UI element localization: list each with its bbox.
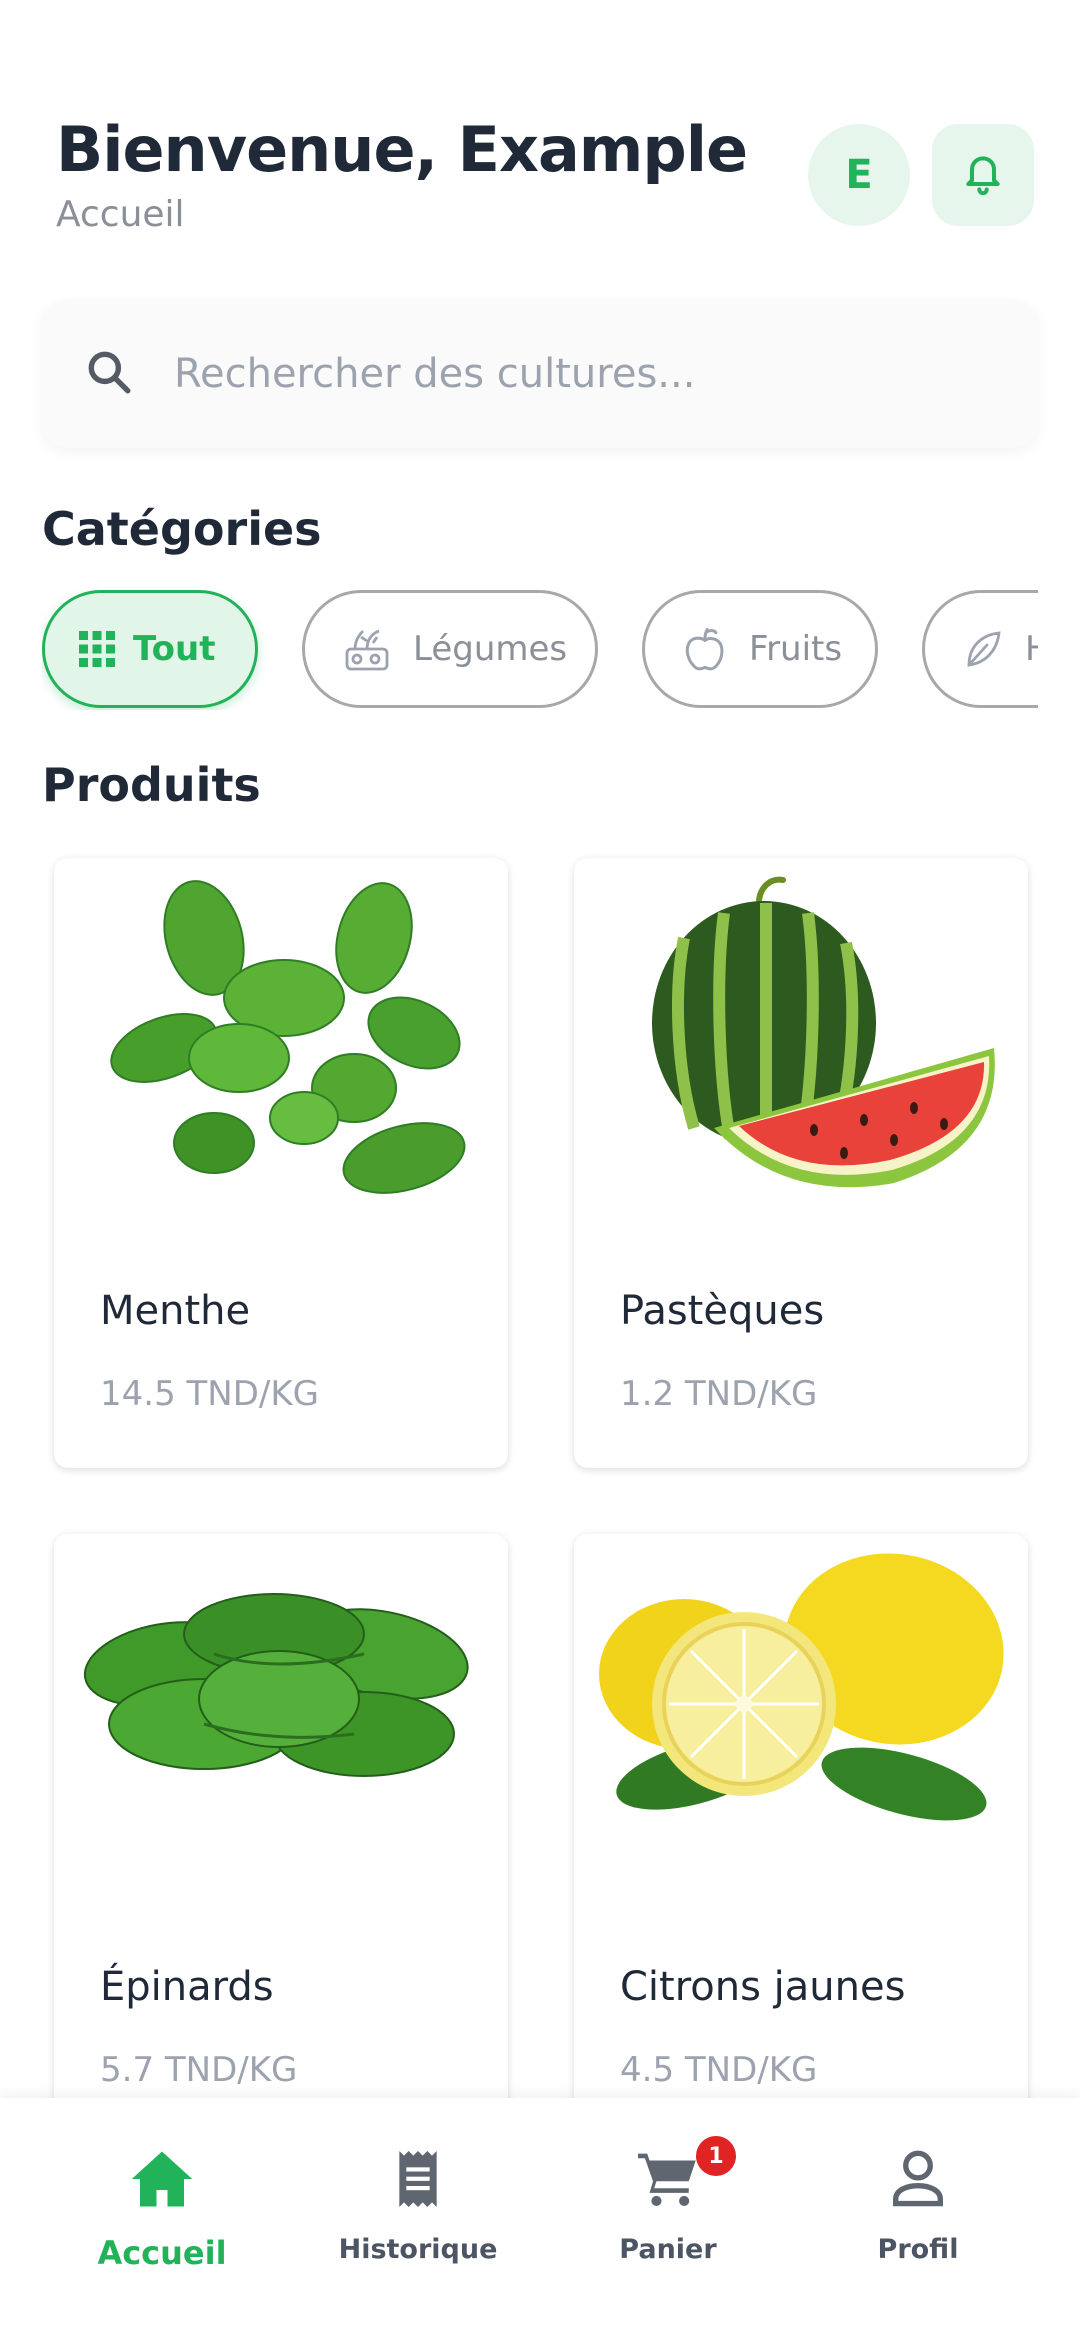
cart-badge: 1 <box>696 2136 736 2176</box>
avatar-letter: E <box>845 152 873 198</box>
leaf-icon <box>959 625 1007 673</box>
product-price: 1.2 TND/KG <box>620 1374 818 1414</box>
notifications-button[interactable] <box>932 124 1034 226</box>
bell-icon <box>961 149 1005 202</box>
category-chip-legumes[interactable]: Légumes <box>302 590 598 708</box>
cart-icon <box>638 2151 698 2212</box>
category-label: Herbes <box>1025 629 1038 669</box>
vegetables-icon <box>339 621 395 677</box>
categories-title: Catégories <box>42 502 322 556</box>
product-card[interactable]: Épinards 5.7 TND/KG <box>54 1534 508 2144</box>
spinach-image <box>54 1534 508 1924</box>
header: Bienvenue, Example Accueil <box>56 110 748 235</box>
nav-item-accueil[interactable]: Accueil <box>52 2136 272 2272</box>
category-label: Fruits <box>749 629 843 669</box>
nav-item-profil[interactable]: Profil <box>808 2136 1028 2265</box>
category-label: Tout <box>133 629 216 669</box>
home-icon <box>129 2148 195 2215</box>
header-actions: E <box>808 124 1034 226</box>
product-price: 14.5 TND/KG <box>100 1374 319 1414</box>
apple-icon <box>679 623 731 675</box>
avatar-button[interactable]: E <box>808 124 910 226</box>
product-card[interactable]: Menthe 14.5 TND/KG <box>54 858 508 1468</box>
product-name: Citrons jaunes <box>620 1964 906 2010</box>
nav-item-panier[interactable]: 1 Panier <box>558 2136 778 2265</box>
nav-label: Historique <box>338 2234 498 2265</box>
category-chip-herbes[interactable]: Herbes <box>922 590 1038 708</box>
nav-label: Accueil <box>97 2234 227 2272</box>
product-name: Menthe <box>100 1288 251 1334</box>
search-bar[interactable]: Rechercher des cultures... <box>42 300 1038 448</box>
category-chip-tout[interactable]: Tout <box>42 590 258 708</box>
category-label: Légumes <box>413 629 568 669</box>
nav-item-historique[interactable]: Historique <box>308 2136 528 2265</box>
watermelon-image <box>574 858 1028 1248</box>
category-chip-fruits[interactable]: Fruits <box>642 590 878 708</box>
product-name: Pastèques <box>620 1288 825 1334</box>
receipt-icon <box>397 2150 439 2212</box>
lemon-image <box>574 1534 1028 1924</box>
product-card[interactable]: Citrons jaunes 4.5 TND/KG <box>574 1534 1028 2144</box>
product-price: 5.7 TND/KG <box>100 2050 298 2090</box>
product-price: 4.5 TND/KG <box>620 2050 818 2090</box>
product-name: Épinards <box>100 1964 274 2010</box>
search-input[interactable]: Rechercher des cultures... <box>174 351 695 397</box>
products-title: Produits <box>42 758 261 812</box>
product-card[interactable]: Pastèques 1.2 TND/KG <box>574 858 1028 1468</box>
grid-icon <box>79 631 115 667</box>
person-icon <box>891 2150 945 2213</box>
nav-label: Panier <box>619 2234 717 2265</box>
nav-label: Profil <box>877 2234 959 2265</box>
search-icon <box>84 347 134 402</box>
page-title: Bienvenue, Example <box>56 113 748 186</box>
mint-image <box>54 858 508 1248</box>
bottom-nav: Accueil Historique 1 Panier Profil <box>0 2098 1080 2340</box>
category-chips: Tout Légumes Fruits H <box>42 590 1038 710</box>
page-subtitle: Accueil <box>56 194 185 235</box>
